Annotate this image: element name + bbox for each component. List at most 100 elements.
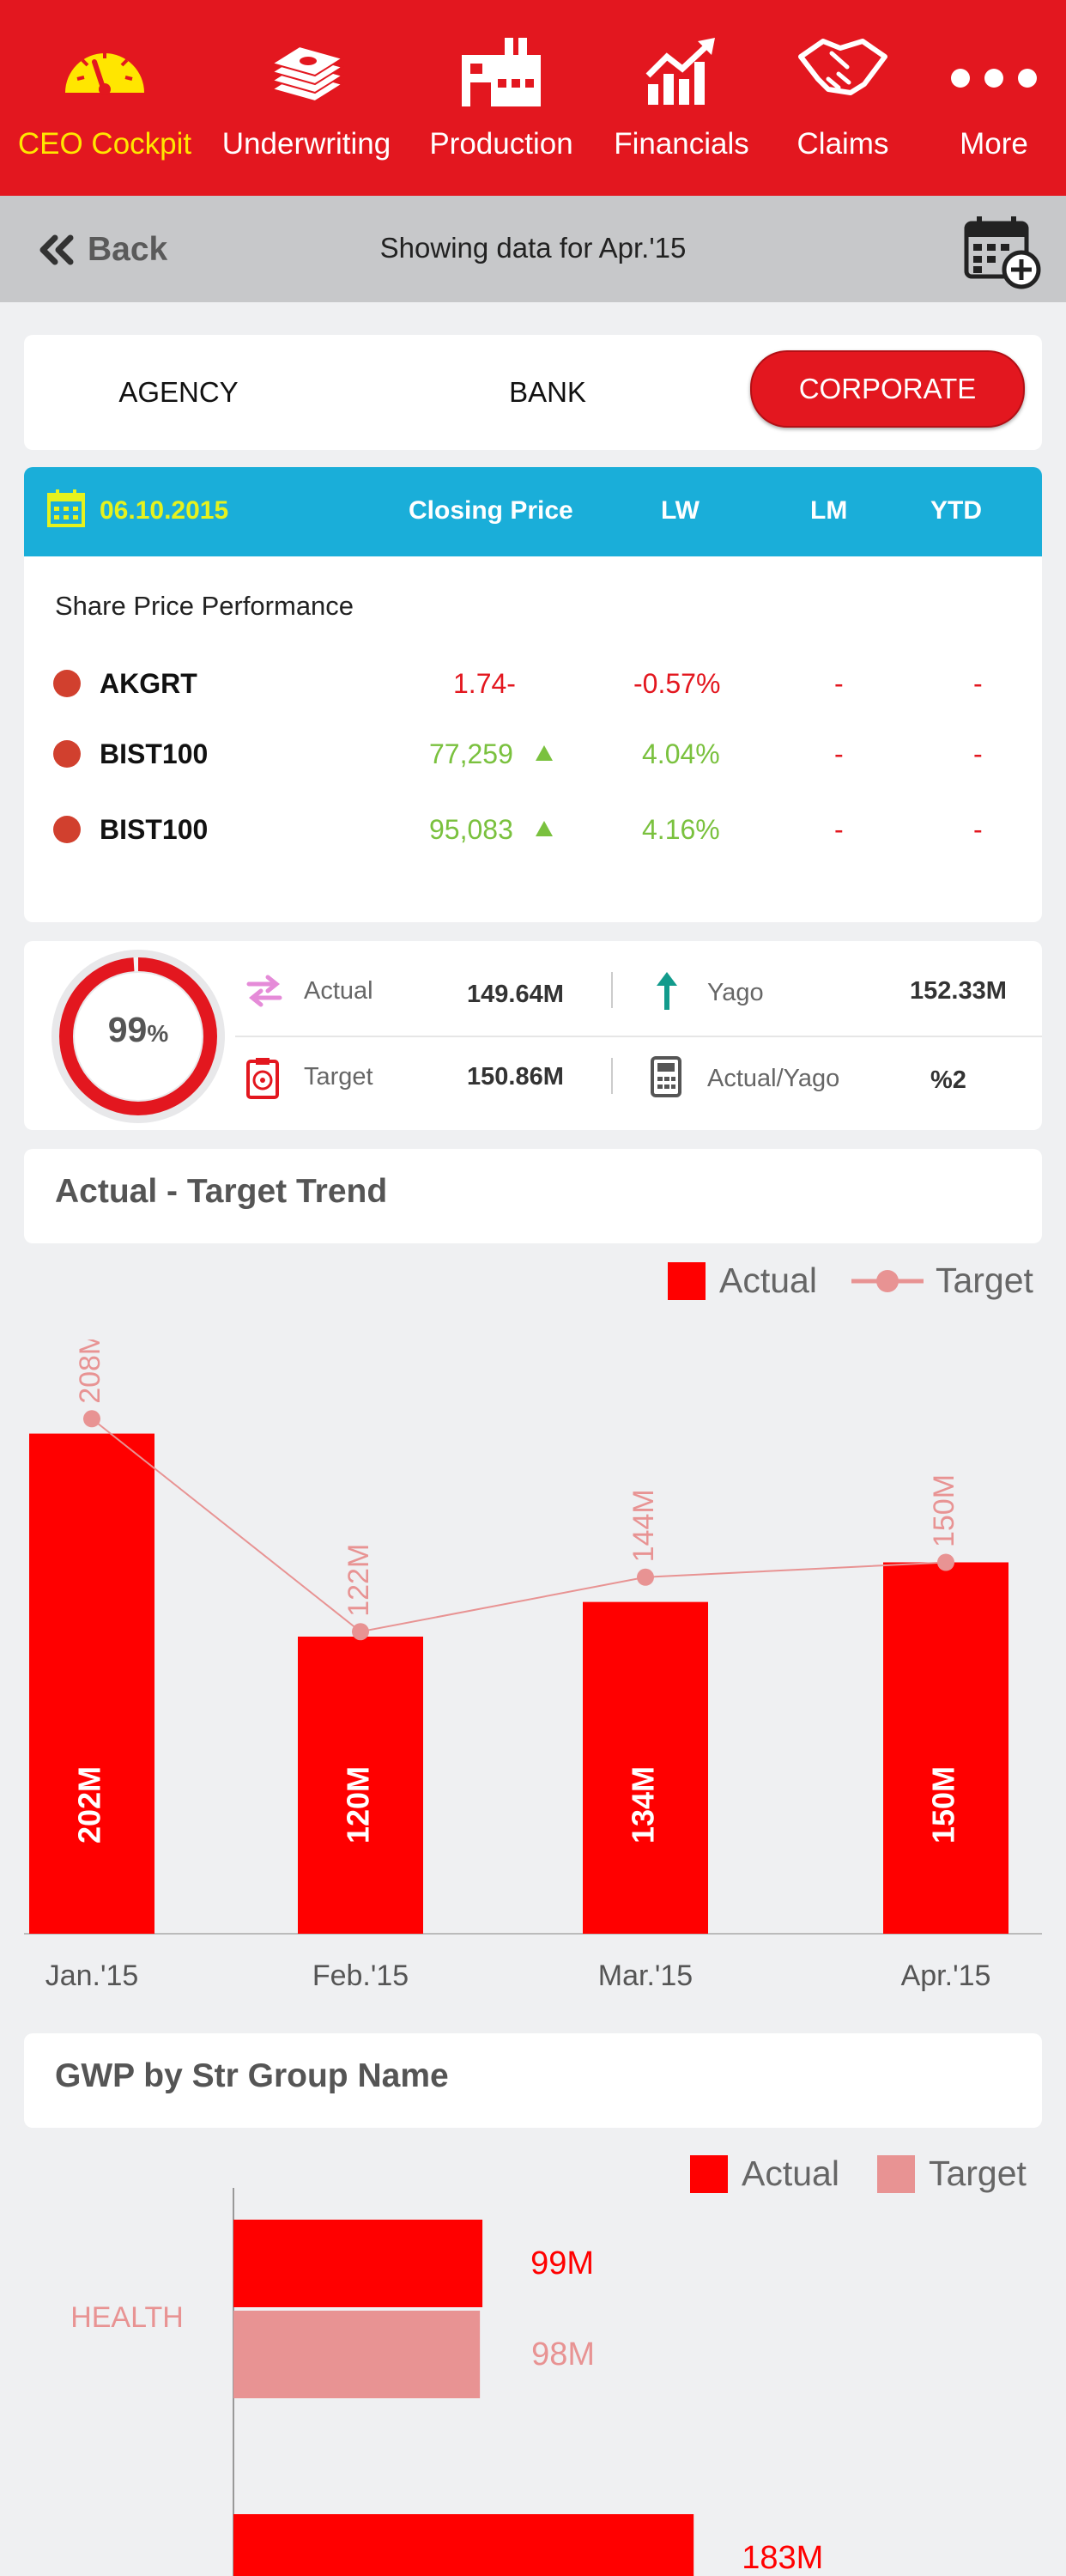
achievement-value: 99% <box>48 1010 228 1050</box>
segment-bank[interactable]: BANK <box>427 355 668 429</box>
kpi-divider <box>235 1036 1042 1037</box>
share-price-card: 06.10.2015 Closing Price LW LM YTD Share… <box>24 467 1042 922</box>
gwp-actual-bar <box>233 2220 483 2307</box>
share-name: BIST100 <box>100 738 209 769</box>
share-name: BIST100 <box>100 814 209 845</box>
gwp-by-group-chart: HEALTH 99M 98M 183M <box>70 2188 823 2576</box>
target-point-label: 144M <box>627 1489 660 1562</box>
target-value: 150.86M <box>467 1063 564 1091</box>
gauge-icon <box>62 36 148 102</box>
target-line <box>91 1418 947 1633</box>
calendar-icon <box>47 489 85 527</box>
money-stack-icon <box>263 36 349 109</box>
col-closing-price: Closing Price <box>409 496 573 525</box>
actual-bar-label: 150M <box>926 1766 961 1844</box>
share-price: 1.74- <box>453 668 516 699</box>
gwp-actual-label: 99M <box>530 2245 594 2281</box>
calendar-add-icon[interactable] <box>961 213 1044 296</box>
actual-bar <box>883 1562 1008 1934</box>
legend-actual-label: Actual <box>719 1261 817 1300</box>
gwp-target-label: 98M <box>531 2336 595 2372</box>
col-ytd: YTD <box>930 496 982 525</box>
target-point <box>83 1410 100 1428</box>
target-point <box>637 1568 654 1586</box>
legend-target-label: Target <box>935 1261 1033 1300</box>
nav-label: CEO Cockpit <box>17 127 192 161</box>
factory-icon <box>458 36 544 112</box>
nav-ceo-cockpit[interactable]: CEO Cockpit <box>0 0 209 196</box>
kpi-divider <box>611 1058 613 1094</box>
nav-claims[interactable]: Claims <box>764 0 922 196</box>
gwp-target-bar <box>233 2311 481 2398</box>
handshake-icon <box>797 36 888 104</box>
nav-label: Claims <box>796 127 889 161</box>
category-label: HEALTH <box>70 2301 184 2334</box>
x-tick-label: Apr.'15 <box>901 1959 991 1992</box>
target-clipboard-icon <box>246 1058 279 1099</box>
kpi-divider <box>611 972 613 1008</box>
top-nav: CEO Cockpit Underwriting Production Fina… <box>0 0 1066 196</box>
yago-label: Yago <box>707 979 764 1006</box>
x-tick-label: Mar.'15 <box>598 1959 693 1992</box>
actual-value: 149.64M <box>467 981 564 1008</box>
section-title: Actual - Target Trend <box>55 1173 388 1210</box>
actual-label: Actual <box>304 977 373 1005</box>
actual-bar-label: 134M <box>626 1766 661 1844</box>
status-dot <box>53 740 81 768</box>
nav-underwriting[interactable]: Underwriting <box>209 0 403 196</box>
section-title: GWP by Str Group Name <box>55 2057 449 2094</box>
actual-target-trend-chart: 202M 120M 134M 150M 208M 122M 144M 150M Jan.'15 F… <box>24 1340 1042 1992</box>
nav-production[interactable]: Production <box>403 0 599 196</box>
share-price: 77,259 <box>429 738 513 769</box>
share-lw: 4.04% <box>642 738 720 769</box>
period-label: Showing data for Apr.'15 <box>379 232 687 264</box>
trend-section-header: Actual - Target Trend <box>24 1149 1042 1243</box>
calculator-icon <box>651 1056 681 1097</box>
x-tick-label: Feb.'15 <box>312 1959 409 1992</box>
nav-label: More <box>960 127 1028 161</box>
channel-segmented-control: AGENCY BANK CORPORATE <box>24 335 1042 450</box>
share-lw: -0.57% <box>633 668 721 699</box>
nav-label: Underwriting <box>221 127 391 161</box>
actual-bar <box>29 1433 154 1934</box>
status-dot <box>53 816 81 843</box>
nav-more[interactable]: More <box>922 0 1066 196</box>
share-price: 95,083 <box>429 814 513 845</box>
share-lm: - <box>834 738 844 769</box>
segment-corporate[interactable]: CORPORATE <box>750 350 1025 428</box>
target-point-label: 208M <box>74 1340 106 1404</box>
target-point <box>352 1623 369 1641</box>
more-dots-icon <box>949 67 1039 94</box>
segment-agency[interactable]: AGENCY <box>58 355 299 429</box>
target-point <box>937 1553 954 1571</box>
status-dot <box>53 670 81 697</box>
actual-yago-label: Actual/Yago <box>707 1065 840 1092</box>
gwp-actual-bar <box>233 2514 694 2576</box>
nav-label: Production <box>429 127 573 161</box>
gwp-actual-label: 183M <box>742 2540 823 2576</box>
actual-bar-label: 120M <box>341 1766 376 1844</box>
kpi-card: 99% Actual 149.64M Yago 152.33M Target 1… <box>24 941 1042 1130</box>
gwp-section-header: GWP by Str Group Name <box>24 2033 1042 2128</box>
legend-actual-swatch <box>668 1261 706 1300</box>
target-point-label: 150M <box>928 1474 960 1547</box>
swap-arrows-icon <box>246 975 282 1007</box>
nav-financials[interactable]: Financials <box>599 0 764 196</box>
col-lm: LM <box>810 496 848 525</box>
trend-legend: Actual Target <box>668 1261 1033 1301</box>
share-lm: - <box>834 668 844 699</box>
legend-target-swatch <box>851 1269 924 1292</box>
period-bar: Back Showing data for Apr.'15 <box>0 196 1066 302</box>
target-point-label: 122M <box>342 1544 375 1617</box>
share-name: AKGRT <box>100 668 197 699</box>
share-lw: 4.16% <box>642 814 720 845</box>
share-ytd: - <box>973 668 983 699</box>
share-title: Share Price Performance <box>55 591 354 621</box>
share-date: 06.10.2015 <box>100 496 229 525</box>
col-lw: LW <box>661 496 700 525</box>
percent-sign: % <box>147 1020 169 1047</box>
percent-number: 99 <box>107 1010 148 1049</box>
arrow-up-icon <box>657 972 677 1010</box>
share-lm: - <box>834 814 844 845</box>
growth-chart-icon <box>645 36 718 109</box>
